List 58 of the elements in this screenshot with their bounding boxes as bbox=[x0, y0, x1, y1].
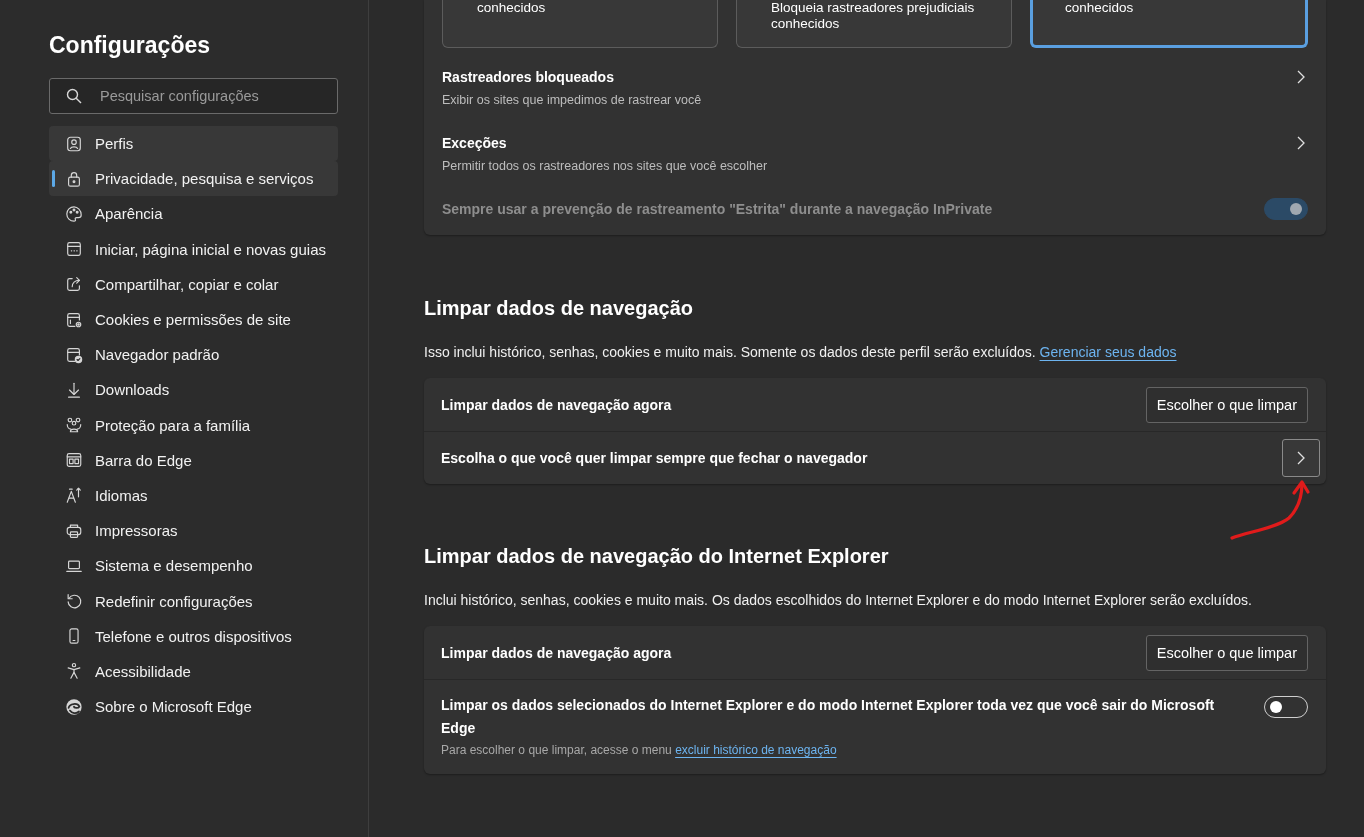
sidebar-item[interactable]: Iniciar, página inicial e novas guias bbox=[49, 231, 338, 267]
sidebar-item[interactable]: Downloads bbox=[49, 372, 338, 408]
setting-title: Rastreadores bloqueados bbox=[442, 68, 614, 86]
choose-button[interactable]: Escolher o que limpar bbox=[1145, 634, 1308, 671]
setting-title: Limpar os dados selecionados do Internet Explorer e do modo Internet Explorer toda vez que você sair do Microsoft Edge bbox=[441, 696, 1216, 738]
sidebar-item[interactable]: Navegador padrão bbox=[49, 337, 338, 373]
people-icon bbox=[65, 416, 83, 435]
window-check-icon bbox=[65, 345, 83, 364]
tracking-level-card[interactable]: conhecidos bbox=[1030, 0, 1308, 48]
tracking-level-card[interactable]: conhecidos bbox=[442, 0, 718, 48]
setting-description: Exibir os sites que impedimos de rastrear você bbox=[442, 92, 702, 108]
download-icon bbox=[65, 380, 83, 399]
lock-icon bbox=[65, 169, 83, 188]
tracking-level-card[interactable]: Bloqueia rastreadores prejudiciais conhecidos bbox=[736, 0, 1012, 48]
setting-title: Limpar dados de navegação agora bbox=[441, 395, 672, 414]
sidebar-item[interactable]: Cookies e permissões de site bbox=[49, 301, 338, 338]
window-icon bbox=[65, 240, 83, 259]
panel-icon bbox=[65, 451, 83, 470]
sidebar-item[interactable]: Privacidade, pesquisa e serviços bbox=[49, 161, 338, 197]
sidebar-item[interactable]: Idiomas bbox=[49, 477, 338, 514]
manage-data-link[interactable]: Gerenciar seus dados bbox=[1039, 344, 1177, 360]
setting-title: Exceções bbox=[442, 134, 507, 152]
sidebar-item[interactable]: Perfis bbox=[49, 126, 338, 162]
setting-title: Limpar dados de navegação agora bbox=[441, 643, 672, 662]
settings-title: Configurações bbox=[49, 31, 212, 60]
profile-icon bbox=[65, 134, 83, 153]
section-title: Limpar dados de navegação do Internet Explorer bbox=[424, 544, 890, 569]
setting-description: Permitir todos os rastreadores nos sites que você escolher bbox=[442, 158, 768, 174]
sidebar-item[interactable]: Impressoras bbox=[49, 513, 338, 549]
window-gear-icon bbox=[65, 310, 83, 329]
setting-description: Para escolher o que limpar, acesse o menu excluir histórico de navegação bbox=[441, 742, 837, 758]
sidebar-item[interactable]: Aparência bbox=[49, 196, 338, 232]
search-field[interactable]: Pesquisar configurações bbox=[49, 78, 338, 114]
choose-button[interactable]: Escolher o que limpar bbox=[1145, 386, 1308, 423]
language-icon bbox=[65, 486, 83, 505]
chevron-right-icon bbox=[1297, 136, 1305, 150]
sidebar-item[interactable]: Redefinir configurações bbox=[49, 583, 338, 619]
search-icon bbox=[66, 88, 82, 104]
section-description: Inclui histórico, senhas, cookies e muito mais. Os dados escolhidos do Internet Explorer e do modo Internet Explorer serão excluídos. bbox=[424, 591, 1253, 610]
setting-title: Escolha o que você quer limpar sempre que fechar o navegador bbox=[441, 449, 868, 467]
setting-title: Sempre usar a prevenção de rastreamento "Estrita" durante a navegação InPrivate bbox=[442, 199, 993, 218]
sidebar-item[interactable]: Compartilhar, copiar e colar bbox=[49, 266, 338, 302]
palette-icon bbox=[65, 204, 83, 223]
sidebar-item[interactable]: Acessibilidade bbox=[49, 653, 338, 689]
section-title: Limpar dados de navegação bbox=[424, 296, 694, 321]
chevron-right-icon bbox=[1297, 70, 1305, 84]
share-icon bbox=[65, 275, 83, 294]
reset-icon bbox=[65, 592, 83, 611]
sidebar-item[interactable]: Sistema e desempenho bbox=[49, 548, 338, 584]
sidebar-item[interactable]: Sobre o Microsoft Edge bbox=[49, 689, 338, 725]
section-description: Isso inclui histórico, senhas, cookies e muito mais. Somente os dados deste perfil serão excluídos. Gerenciar seus dados bbox=[424, 343, 1178, 362]
swirl-logo-icon bbox=[65, 697, 83, 716]
chevron-right-icon bbox=[1297, 451, 1305, 465]
history-link[interactable]: excluir histórico de navegação bbox=[675, 743, 837, 757]
sidebar-item[interactable]: Barra do Edge bbox=[49, 442, 338, 478]
accessibility-icon bbox=[65, 662, 83, 681]
sidebar-item[interactable]: Proteção para a família bbox=[49, 407, 338, 443]
sidebar-item[interactable]: Telefone e outros dispositivos bbox=[49, 618, 338, 654]
